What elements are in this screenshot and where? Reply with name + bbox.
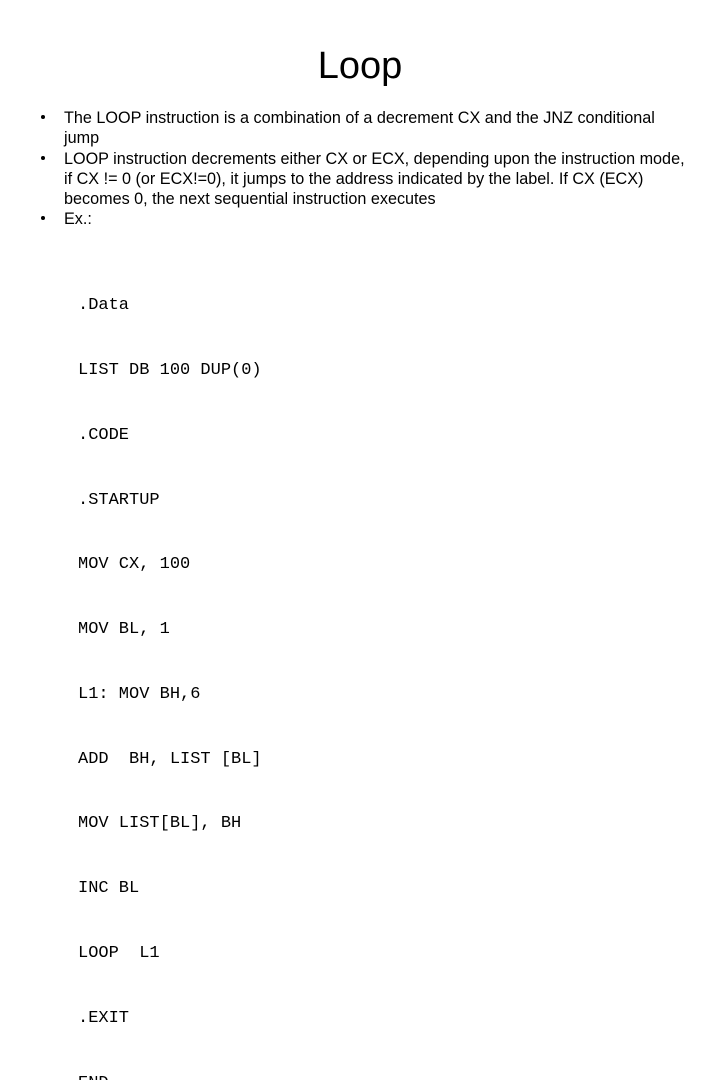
bullet-text: Ex.: [64, 210, 92, 229]
bullet-list: The LOOP instruction is a combination of… [36, 108, 686, 230]
page-title: Loop [317, 45, 403, 87]
code-line: .EXIT [78, 1008, 130, 1028]
code-line: L1: MOV BH,6 [78, 684, 201, 704]
code-line: LIST DB 100 DUP(0) [78, 360, 262, 380]
code-line: MOV LIST[BL], BH [78, 814, 242, 834]
code-line: END [78, 1073, 262, 1080]
code-line: .Data [78, 296, 130, 316]
slide-body: The LOOP instruction is a combination of… [36, 108, 686, 230]
code-line: MOV CX, 100 [78, 555, 191, 575]
bullet-text: The LOOP instruction is a combination of… [64, 109, 655, 148]
list-item: The LOOP instruction is a combination of… [36, 108, 686, 149]
slide-canvas: Loop The LOOP instruction is a combinati… [0, 0, 720, 1080]
code-line: .STARTUP [78, 490, 160, 510]
code-line: MOV BL, 1 [78, 620, 170, 640]
code-line: INC BL [78, 879, 140, 899]
code-block: .Data LIST DB 100 DUP(0) .CODE .STARTUP … [78, 252, 262, 1080]
code-line: LOOP L1 [78, 944, 160, 963]
bullet-dot-icon [41, 216, 45, 221]
bullet-dot-icon [41, 115, 45, 119]
bullet-dot-icon [41, 155, 45, 160]
code-line: ADD BH, LIST [BL] [78, 749, 262, 769]
code-line: .CODE [78, 425, 130, 445]
list-item: Ex.: [36, 209, 686, 229]
bullet-text: LOOP instruction decrements either CX or… [64, 149, 685, 209]
list-item: LOOP instruction decrements either CX or… [36, 149, 686, 210]
